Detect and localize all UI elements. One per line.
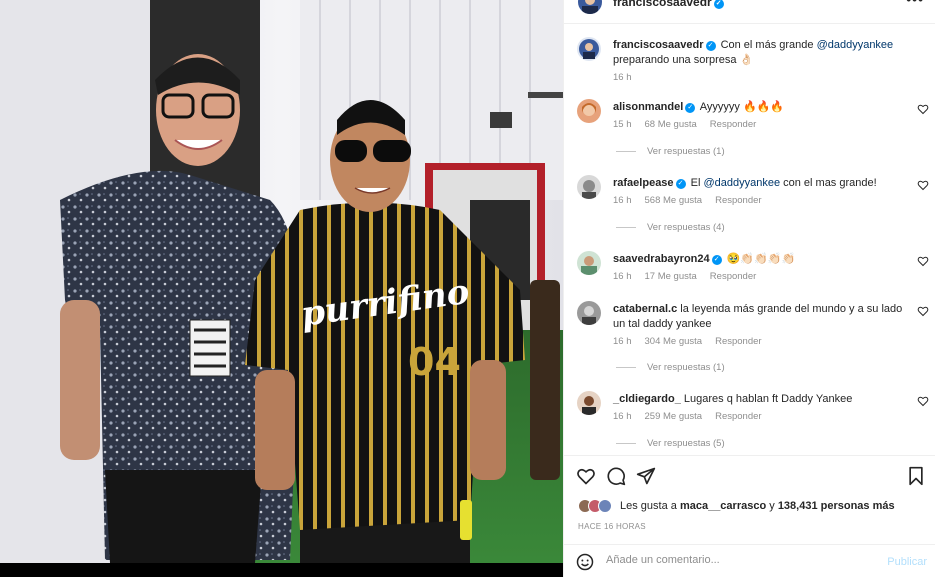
heart-icon[interactable] (576, 466, 596, 486)
like-comment-heart-icon[interactable] (917, 255, 929, 267)
commenter-avatar[interactable] (577, 251, 601, 275)
comment-time[interactable]: 15 h (613, 119, 632, 130)
replies-line (616, 366, 636, 368)
verified-badge-icon: ✓ (713, 0, 724, 9)
commenter-avatar[interactable] (577, 391, 601, 415)
replies-line (616, 150, 636, 152)
comment-text: Lugares q hablan ft Daddy Yankee (683, 393, 853, 405)
verified-badge-icon: ✓ (675, 179, 686, 189)
caption-mention[interactable]: @daddyyankee (817, 39, 894, 51)
more-options-icon[interactable]: ••• (906, 0, 924, 7)
caption-text-after: preparando una sorpresa 👌🏻 (613, 54, 754, 66)
commenter-avatar[interactable] (577, 99, 601, 123)
caption-avatar[interactable] (577, 37, 601, 61)
replies-line (616, 442, 636, 444)
post-actions: Les gusta a maca__carrasco y 138,431 per… (564, 455, 935, 577)
commenter-avatar[interactable] (577, 175, 601, 199)
likes-text-middle: y (766, 500, 778, 512)
reply-button[interactable]: Responder (710, 119, 756, 130)
commenter-avatar[interactable] (577, 301, 601, 325)
reply-button[interactable]: Responder (715, 411, 761, 422)
comment-time[interactable]: 16 h (613, 271, 632, 282)
jersey-number: 04 (408, 340, 461, 384)
comment-input[interactable] (606, 554, 866, 566)
comment-time[interactable]: 16 h (613, 411, 632, 422)
post-header: franciscosaavedr✓ ••• (564, 0, 935, 24)
comment-username[interactable]: _cldiegardo_ (613, 393, 681, 405)
post-time-ago[interactable]: HACE 16 HORAS (578, 522, 646, 531)
caption-text-before: Con el más grande (720, 39, 817, 51)
comment-text-before: El (690, 177, 704, 189)
photo-bottom-bar (0, 563, 563, 577)
author-avatar[interactable] (578, 0, 602, 14)
like-comment-heart-icon[interactable] (917, 103, 929, 115)
comment-username[interactable]: rafaelpease (613, 177, 674, 189)
comment-time[interactable]: 16 h (613, 195, 632, 206)
comment-text-after: con el mas grande! (780, 177, 877, 189)
verified-badge-icon: ✓ (711, 255, 722, 265)
bookmark-icon[interactable] (906, 466, 926, 486)
comment-username[interactable]: alisonmandel (613, 101, 683, 113)
comment-text: Ayyyyyy 🔥🔥🔥 (699, 101, 785, 113)
like-comment-heart-icon[interactable] (917, 179, 929, 191)
likes-text-before: Les gusta a (620, 500, 680, 512)
verified-badge-icon: ✓ (685, 103, 696, 113)
replies-line (616, 226, 636, 228)
comment-username[interactable]: catabernal.c (613, 303, 677, 315)
reply-button[interactable]: Responder (715, 195, 761, 206)
view-replies-button[interactable]: Ver respuestas (5) (616, 438, 725, 449)
likes-count[interactable]: 138,431 personas más (778, 500, 895, 512)
reply-button[interactable]: Responder (710, 271, 756, 282)
comment-mention[interactable]: @daddyyankee (703, 177, 780, 189)
view-replies-button[interactable]: Ver respuestas (4) (616, 222, 725, 233)
publish-button[interactable]: Publicar (887, 556, 927, 568)
add-comment-bar: Publicar (564, 544, 935, 577)
post-image: purrifino 04 (0, 0, 563, 577)
liker-avatar (598, 499, 612, 513)
comment-likes[interactable]: 259 Me gusta (645, 411, 703, 422)
comment-icon[interactable] (606, 466, 626, 486)
view-replies-button[interactable]: Ver respuestas (1) (616, 362, 725, 373)
like-comment-heart-icon[interactable] (917, 305, 929, 317)
caption-username[interactable]: franciscosaavedr (613, 39, 704, 51)
comment-likes[interactable]: 304 Me gusta (645, 336, 703, 347)
comment-username[interactable]: saavedrabayron24 (613, 253, 710, 265)
comment-likes[interactable]: 17 Me gusta (645, 271, 697, 282)
caption-time[interactable]: 16 h (613, 72, 632, 83)
author-username[interactable]: franciscosaavedr ✓ (613, 0, 726, 9)
comment-time[interactable]: 16 h (613, 336, 632, 347)
comment-text: 🥹👏🏻👏🏻👏🏻👏🏻 (726, 253, 796, 265)
post-photo[interactable]: purrifino 04 (0, 0, 563, 577)
likes-user[interactable]: maca__carrasco (680, 500, 766, 512)
comment-likes[interactable]: 568 Me gusta (645, 195, 703, 206)
reply-button[interactable]: Responder (715, 336, 761, 347)
post-side-panel: franciscosaavedr✓ ••• franciscosaavedr✓ … (563, 0, 935, 577)
verified-badge-icon: ✓ (705, 41, 716, 51)
send-icon[interactable] (636, 466, 656, 486)
comment-likes[interactable]: 68 Me gusta (645, 119, 697, 130)
view-replies-button[interactable]: Ver respuestas (1) (616, 146, 725, 157)
emoji-icon[interactable] (576, 553, 594, 571)
like-comment-heart-icon[interactable] (917, 395, 929, 407)
